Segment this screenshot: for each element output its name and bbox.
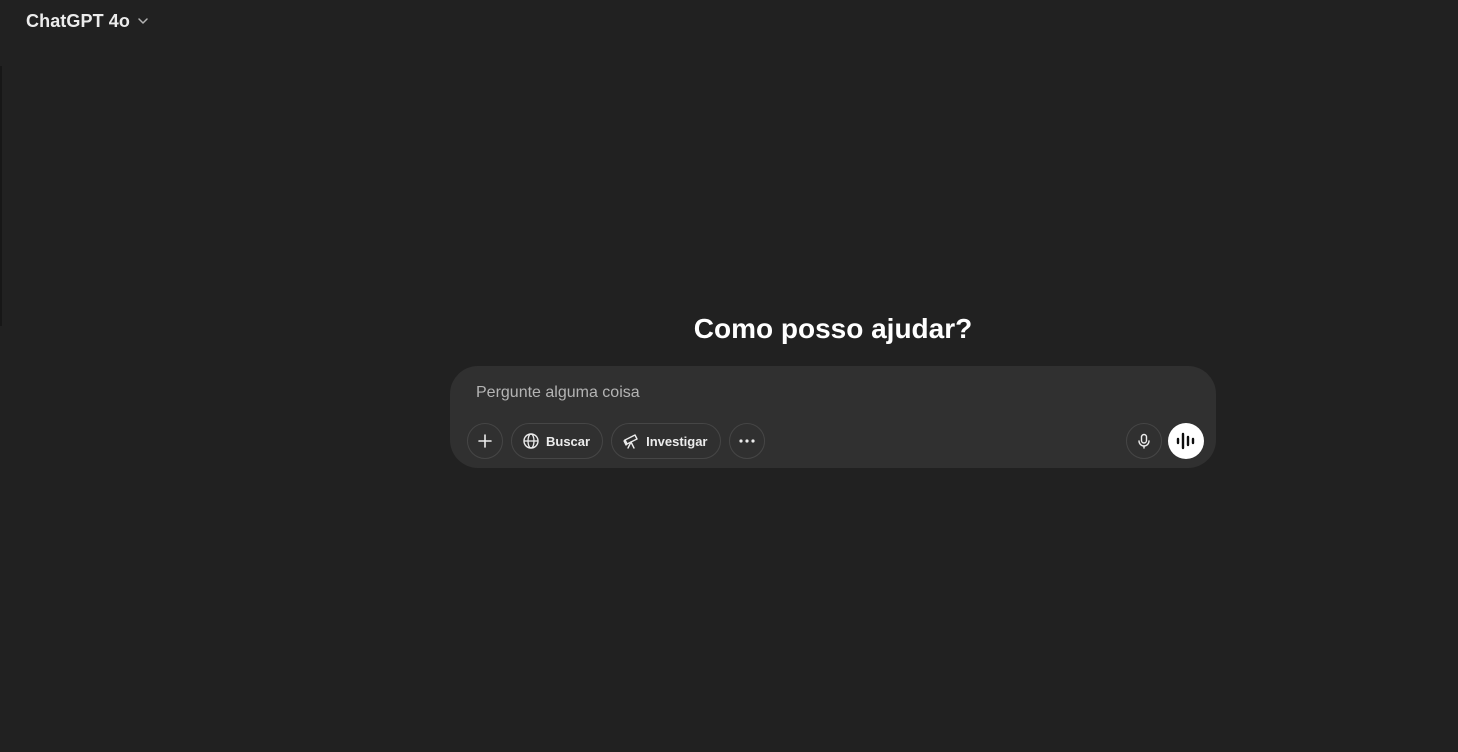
globe-icon <box>522 432 540 450</box>
telescope-icon <box>622 432 640 450</box>
sidebar-edge <box>0 66 2 326</box>
prompt-input[interactable] <box>476 380 1176 406</box>
microphone-icon <box>1136 433 1152 449</box>
voice-mode-button[interactable] <box>1168 423 1204 459</box>
attach-button[interactable] <box>467 423 503 459</box>
more-horizontal-icon <box>738 438 756 444</box>
model-name: ChatGPT 4o <box>26 10 131 31</box>
composer-actions <box>1126 423 1204 459</box>
page-title: Como posso ajudar? <box>693 313 973 344</box>
dictate-button[interactable] <box>1126 423 1162 459</box>
model-switcher-button[interactable]: ChatGPT 4o <box>16 6 160 36</box>
composer: Buscar Investigar <box>450 366 1216 468</box>
search-label: Buscar <box>546 433 591 449</box>
research-label: Investigar <box>646 433 708 449</box>
plus-icon <box>477 433 493 449</box>
more-tools-button[interactable] <box>728 423 765 459</box>
research-button[interactable]: Investigar <box>611 423 721 459</box>
chevron-down-icon <box>136 14 150 28</box>
search-button[interactable]: Buscar <box>511 423 604 459</box>
voice-waveform-icon <box>1176 432 1196 450</box>
composer-tools: Buscar Investigar <box>467 423 765 459</box>
